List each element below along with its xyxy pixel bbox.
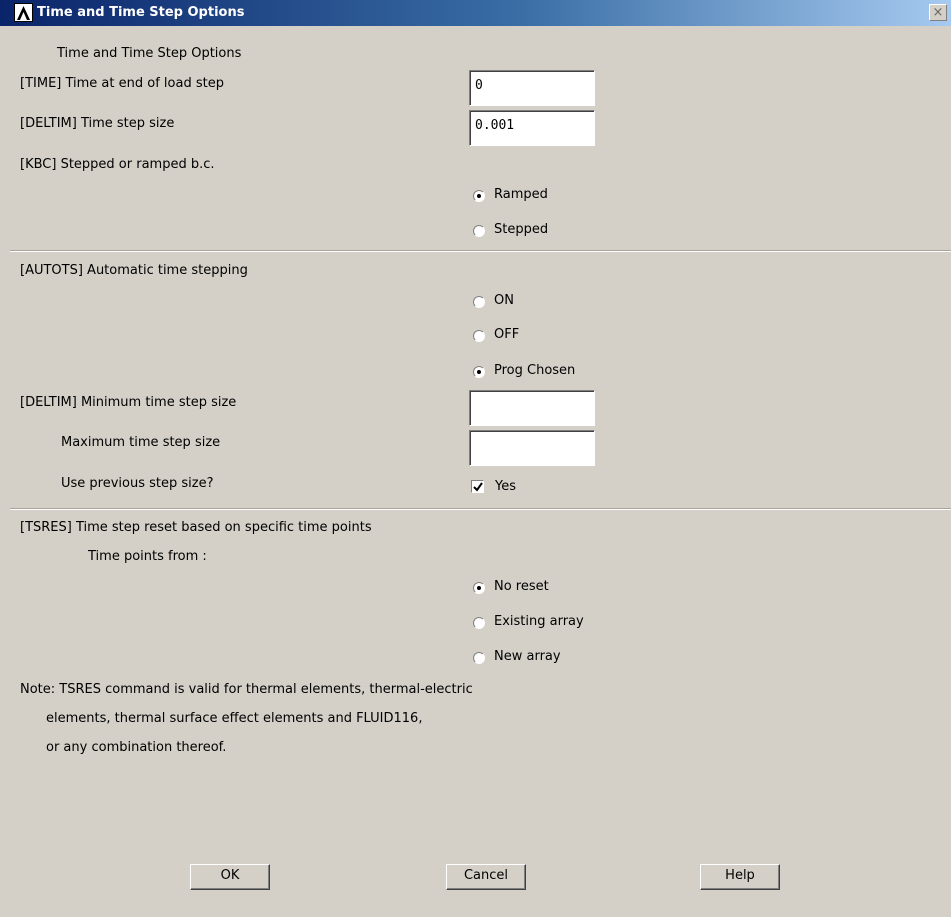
radio-label: Existing array (494, 614, 584, 629)
use-previous-label: Use previous step size? (61, 476, 214, 491)
radio-label: ON (494, 293, 514, 308)
radio-label: Prog Chosen (494, 363, 576, 378)
autots-label: [AUTOTS] Automatic time stepping (20, 263, 248, 278)
time-input[interactable]: 0 (469, 70, 595, 106)
radio-button-icon[interactable] (473, 190, 485, 202)
deltim-label: [DELTIM] Time step size (20, 116, 175, 131)
radio-label: Ramped (494, 187, 548, 202)
radio-button-icon[interactable] (473, 330, 485, 342)
checkbox-label: Yes (495, 479, 516, 494)
title-bar: Time and Time Step Options × (0, 0, 951, 26)
ansys-logo-icon (14, 3, 33, 22)
kbc-label: [KBC] Stepped or ramped b.c. (20, 157, 215, 172)
note-line-1: Note: TSRES command is valid for thermal… (20, 682, 473, 697)
separator (10, 508, 951, 510)
window-title: Time and Time Step Options (37, 5, 245, 20)
radio-button-icon[interactable] (473, 225, 485, 237)
close-button[interactable]: × (929, 4, 947, 21)
note-line-2: elements, thermal surface effect element… (46, 711, 423, 726)
note-line-3: or any combination thereof. (46, 740, 227, 755)
separator (10, 250, 951, 252)
ok-button[interactable]: OK (190, 864, 270, 890)
radio-button-icon[interactable] (473, 366, 485, 378)
radio-button-icon[interactable] (473, 617, 485, 629)
radio-label: Stepped (494, 222, 549, 237)
time-label: [TIME] Time at end of load step (20, 76, 224, 91)
help-button[interactable]: Help (700, 864, 780, 890)
radio-label: New array (494, 649, 561, 664)
min-step-label: [DELTIM] Minimum time step size (20, 395, 237, 410)
checkbox-icon[interactable] (471, 480, 484, 493)
min-time-step-input[interactable] (469, 390, 595, 426)
time-step-size-input[interactable]: 0.001 (469, 110, 595, 146)
cancel-button[interactable]: Cancel (446, 864, 526, 890)
radio-button-icon[interactable] (473, 296, 485, 308)
radio-label: No reset (494, 579, 549, 594)
radio-button-icon[interactable] (473, 582, 485, 594)
radio-label: OFF (494, 327, 520, 342)
max-time-step-input[interactable] (469, 430, 595, 466)
max-step-label: Maximum time step size (61, 435, 221, 450)
section-header: Time and Time Step Options (57, 46, 242, 61)
tsres-label: [TSRES] Time step reset based on specifi… (20, 520, 372, 535)
time-points-label: Time points from : (88, 549, 207, 564)
radio-button-icon[interactable] (473, 652, 485, 664)
